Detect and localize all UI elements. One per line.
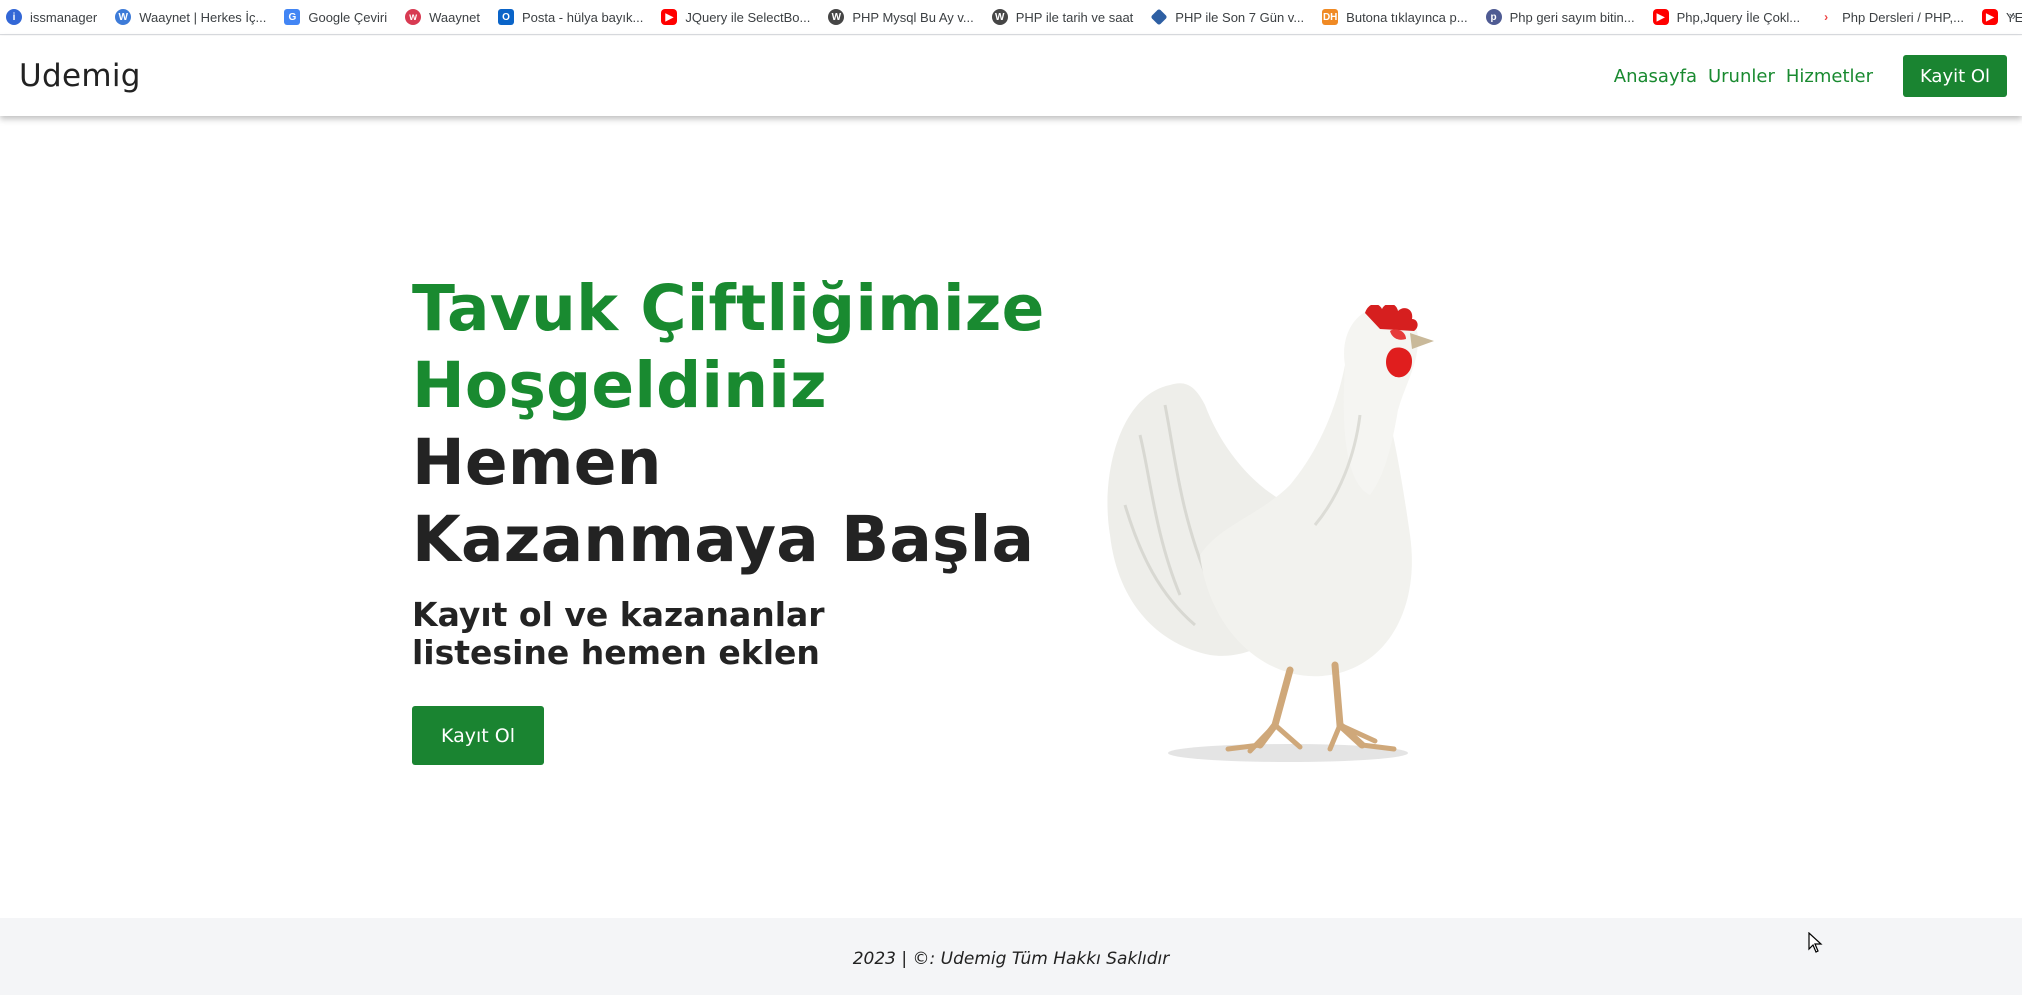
bookmark-favicon-icon: W [115, 9, 132, 25]
bookmark-favicon-icon: p [1485, 9, 1502, 25]
hero-title-line-4: Kazanmaya Başla [412, 503, 1035, 576]
bookmark-favicon-icon: W [991, 9, 1008, 25]
nav-link-hizmetler[interactable]: Hizmetler [1786, 66, 1873, 87]
bookmark-item[interactable]: PHP ile Son 7 Gün v... [1150, 8, 1305, 26]
bookmark-item[interactable]: p Php geri sayım bitin... [1485, 9, 1635, 25]
bookmark-favicon-icon [1150, 8, 1168, 26]
bookmark-favicon-icon: ▶ [1982, 9, 1999, 25]
bookmark-item[interactable]: w Waaynet [405, 9, 480, 25]
nav-link-urunler[interactable]: Urunler [1708, 66, 1775, 87]
bookmark-label: Php geri sayım bitin... [1509, 9, 1635, 25]
bookmark-favicon-icon: ▶ [661, 9, 678, 25]
bookmarks-bar: i issmanager W Waaynet | Herkes İç... G Googl… [0, 0, 2022, 35]
chicken-image [1107, 305, 1434, 762]
bookmark-item[interactable]: ▶ JQuery ile SelectBo... [661, 9, 810, 25]
bookmark-favicon-icon: i [6, 9, 22, 25]
nav-register-button[interactable]: Kayit Ol [1903, 55, 2007, 97]
hero-section: Tavuk Çiftliğimize Hoşgeldiniz Hemen Kaz… [412, 270, 1052, 765]
bookmark-favicon-icon: DH [1322, 9, 1339, 25]
bookmark-favicon-icon: w [405, 9, 422, 25]
bookmark-label: Waaynet | Herkes İç... [139, 9, 267, 25]
hero-title-line-1: Tavuk Çiftliğimize [412, 272, 1045, 345]
brand-logo[interactable]: Udemig [19, 58, 141, 94]
bookmark-label: PHP ile tarih ve saat [1015, 9, 1134, 25]
bookmark-item[interactable]: O Posta - hülya bayık... [497, 9, 644, 25]
mouse-cursor-icon [1808, 932, 1823, 953]
bookmark-label: PHP ile Son 7 Gün v... [1175, 9, 1305, 25]
hero-title-line-3: Hemen [412, 426, 662, 499]
bookmark-label: Php,Jquery İle Çokl... [1676, 9, 1801, 25]
bookmark-favicon-icon: ▶ [1652, 9, 1669, 25]
nav-menu: Anasayfa Urunler Hizmetler Kayit Ol [1603, 55, 2007, 97]
bookmark-item[interactable]: ▶YENİ Proje Cari Hes... [1982, 9, 2022, 25]
bookmark-label: Php Dersleri / PHP,... [1842, 9, 1965, 25]
footer-copyright: 2023 | ©: Udemig Tüm Hakkı Saklıdır [852, 948, 1170, 969]
bookmark-item[interactable]: › Php Dersleri / PHP,... [1818, 9, 1964, 25]
bookmark-item[interactable]: i issmanager [6, 9, 97, 25]
hero-subtitle: Kayıt ol ve kazananlar listesine hemen e… [412, 595, 825, 672]
bookmark-item[interactable]: DH Butona tıklayınca p... [1322, 9, 1468, 25]
bookmark-item[interactable]: ▶ Php,Jquery İle Çokl... [1652, 9, 1801, 25]
bookmark-label: PHP Mysql Bu Ay v... [852, 9, 974, 25]
bookmark-item[interactable]: W Waaynet | Herkes İç... [115, 9, 266, 25]
bookmark-label: Butona tıklayınca p... [1346, 9, 1468, 25]
footer: 2023 | ©: Udemig Tüm Hakkı Saklıdır [0, 918, 2022, 995]
bookmark-label: JQuery ile SelectBo... [685, 9, 811, 25]
bookmark-item[interactable]: G Google Çeviri [284, 9, 387, 25]
bookmark-item[interactable]: W PHP ile tarih ve saat [991, 9, 1134, 25]
bookmark-favicon-icon: G [284, 9, 301, 25]
nav-link-anasayfa[interactable]: Anasayfa [1614, 66, 1697, 87]
hero-title-line-2: Hoşgeldiniz [412, 349, 827, 422]
bookmarks-overflow-icon[interactable]: » [2009, 8, 2016, 23]
bookmark-label: issmanager [30, 9, 98, 25]
bookmark-label: Google Çeviri [308, 9, 388, 25]
navbar: Udemig Anasayfa Urunler Hizmetler Kayit … [0, 36, 2022, 116]
bookmark-favicon-icon: › [1818, 9, 1835, 25]
bookmark-item[interactable]: W PHP Mysql Bu Ay v... [828, 9, 974, 25]
bookmark-label: Posta - hülya bayık... [521, 9, 644, 25]
bookmark-label: Waaynet [429, 9, 480, 25]
bookmark-favicon-icon: O [497, 9, 514, 25]
bookmark-favicon-icon: W [828, 9, 845, 25]
hero-register-button[interactable]: Kayıt Ol [412, 706, 544, 765]
